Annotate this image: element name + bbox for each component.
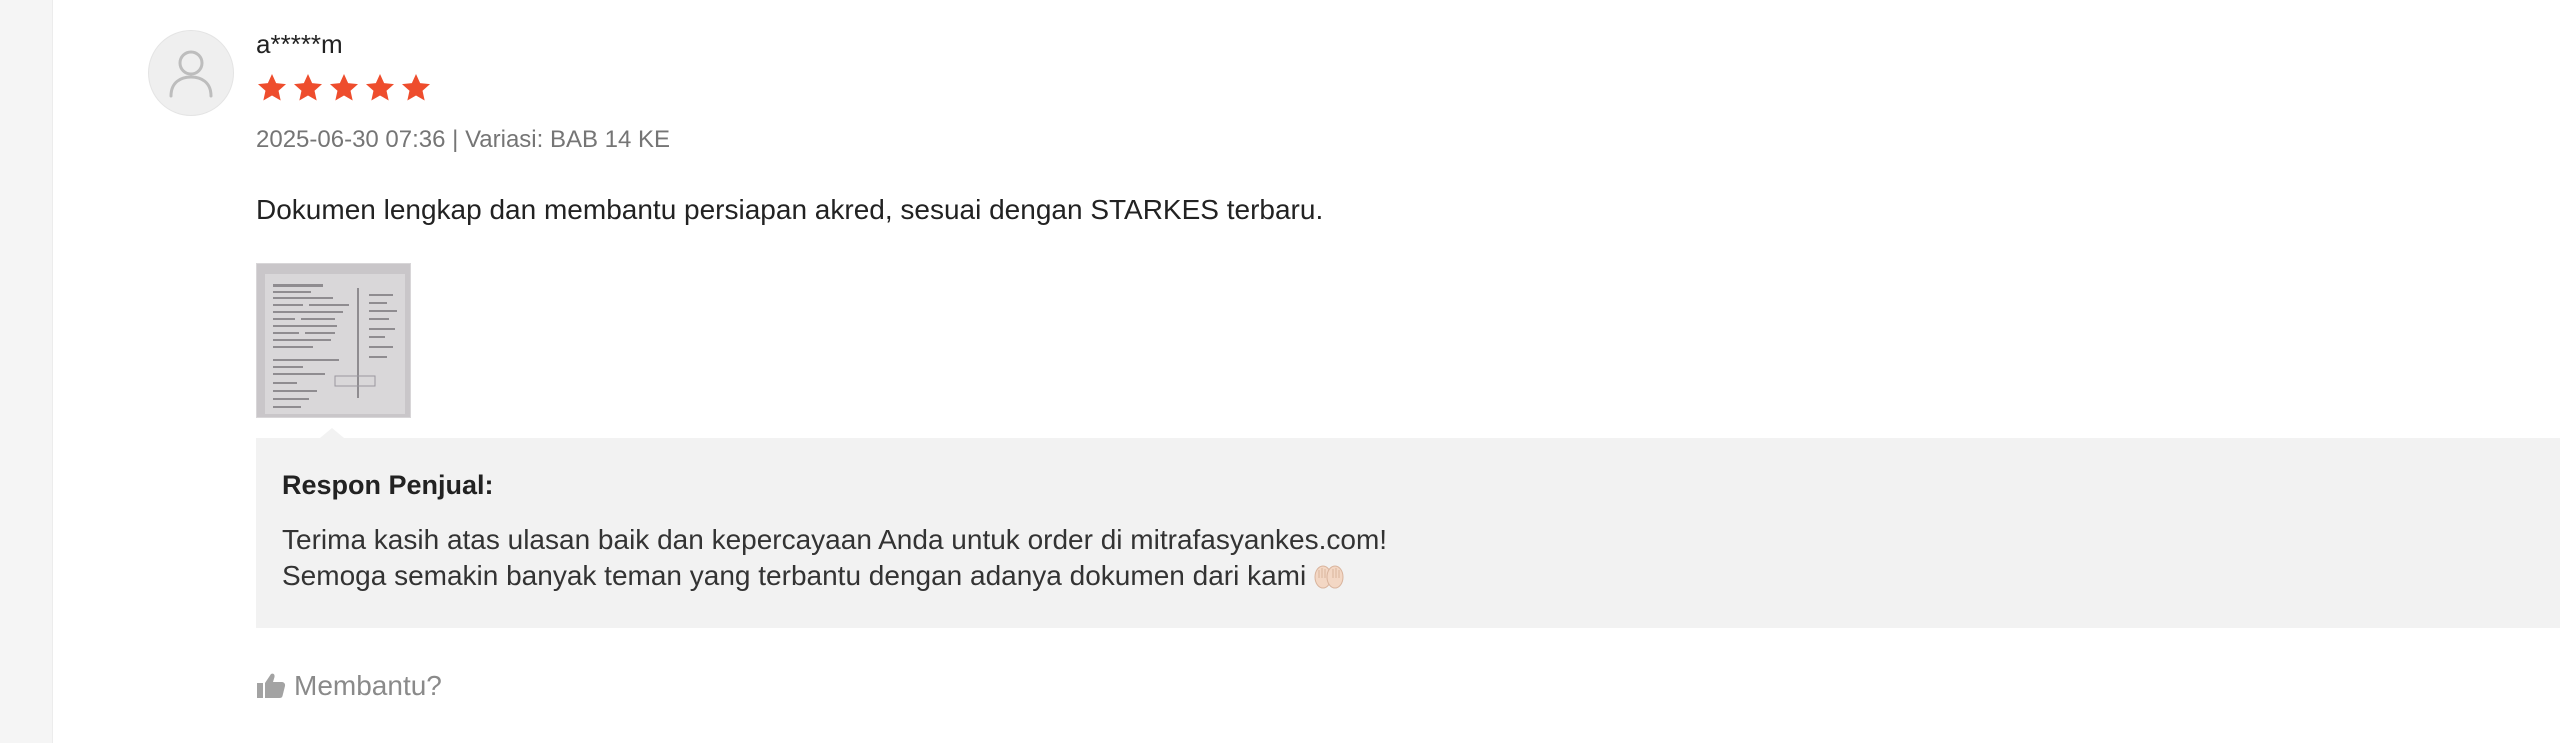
avatar <box>148 30 234 116</box>
star-icon <box>366 74 394 101</box>
thumbs-up-icon <box>257 673 286 698</box>
star-icon <box>330 74 358 101</box>
helpful-label: Membantu? <box>294 670 442 701</box>
seller-response-title: Respon Penjual: <box>282 470 494 500</box>
rating-stars <box>256 72 432 104</box>
review-comment: Dokumen lengkap dan membantu persiapan a… <box>256 194 1324 225</box>
thumbnail-pointer <box>320 428 344 438</box>
review-image-thumbnail[interactable] <box>256 263 411 418</box>
star-icon <box>294 74 322 101</box>
helpful-button[interactable]: Membantu? <box>256 668 442 704</box>
star-icon <box>402 74 430 101</box>
user-avatar-icon <box>169 50 213 98</box>
open-hands-emoji <box>1314 565 1344 589</box>
seller-response-line-1: Terima kasih atas ulasan baik dan keperc… <box>282 522 2546 558</box>
star-icon <box>258 74 286 101</box>
review-card: a*****m 2025-06-30 07:36 | Variasi: BAB … <box>52 0 2560 743</box>
seller-response-text-1: Terima kasih atas ulasan baik dan keperc… <box>282 524 1388 555</box>
seller-response-line-2: Semoga semakin banyak teman yang terbant… <box>282 558 2546 594</box>
seller-response-text-2: Semoga semakin banyak teman yang terbant… <box>282 560 1307 591</box>
review-meta: 2025-06-30 07:36 | Variasi: BAB 14 KE <box>256 126 671 153</box>
seller-response: Respon Penjual: Terima kasih atas ulasan… <box>256 438 2560 628</box>
reviewer-username: a*****m <box>256 29 343 59</box>
document-photo <box>257 264 410 417</box>
